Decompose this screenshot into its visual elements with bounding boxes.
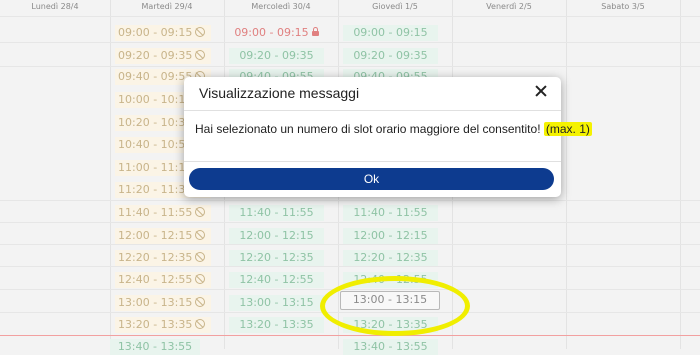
row-divider <box>0 66 700 67</box>
slot-time: 13:20 - 13:35 <box>118 318 193 331</box>
row-divider <box>0 266 700 267</box>
time-slot-unavailable: 13:00 - 13:15 <box>115 295 211 311</box>
row-divider <box>0 244 700 245</box>
annotation-circle <box>320 276 470 336</box>
slot-time: 12:40 - 12:55 <box>118 273 193 286</box>
day-header: Mercoledì 30/4 <box>251 2 311 11</box>
blocked-icon <box>195 230 206 240</box>
dialog-title: Visualizzazione messaggi <box>199 85 360 101</box>
column-divider <box>680 0 681 349</box>
blocked-icon <box>195 27 206 37</box>
blocked-icon <box>195 207 206 217</box>
slot-time: 12:20 - 12:35 <box>118 251 193 264</box>
day-header: Venerdì 2/5 <box>486 2 532 11</box>
blocked-icon <box>195 50 206 60</box>
time-slot-unavailable: 12:20 - 12:35 <box>115 250 211 266</box>
time-slot-available[interactable]: 09:20 - 09:35 <box>229 48 324 64</box>
row-divider <box>0 222 700 223</box>
column-divider <box>566 0 567 349</box>
slot-time: 09:40 - 09:55 <box>118 70 193 83</box>
day-header: Giovedì 1/5 <box>372 2 418 11</box>
time-slot-available[interactable]: 13:40 - 13:55 <box>110 339 200 355</box>
message-dialog: Visualizzazione messaggi Hai selezionato… <box>184 77 592 197</box>
dialog-message-text: Hai selezionato un numero di slot orario… <box>195 122 541 136</box>
max-limit-highlight: (max. 1) <box>543 122 592 136</box>
current-time-line <box>0 335 700 336</box>
time-slot-available[interactable]: 12:40 - 12:55 <box>229 272 324 288</box>
time-slot-available[interactable]: 12:20 - 12:35 <box>229 250 324 266</box>
slot-time: 13:00 - 13:15 <box>118 296 193 309</box>
time-slot-available[interactable]: 12:20 - 12:35 <box>343 250 438 266</box>
time-slot-locked: 09:00 - 09:15 <box>229 25 324 41</box>
time-slot-available[interactable]: 13:40 - 13:55 <box>343 339 438 355</box>
time-slot-available[interactable]: 12:00 - 12:15 <box>229 228 324 244</box>
dialog-message: Hai selezionato un numero di slot orario… <box>195 122 592 136</box>
time-slot-available[interactable]: 11:40 - 11:55 <box>343 205 438 221</box>
blocked-icon <box>195 274 206 284</box>
row-divider <box>0 16 700 17</box>
slot-time: 10:40 - 10:55 <box>118 138 193 151</box>
blocked-icon <box>195 252 206 262</box>
row-divider <box>0 200 700 201</box>
time-slot-available[interactable]: 09:00 - 09:15 <box>343 25 438 41</box>
ok-button[interactable]: Ok <box>189 168 554 190</box>
slot-time: 10:00 - 10:15 <box>118 93 193 106</box>
time-slot-unavailable: 12:00 - 12:15 <box>115 228 211 244</box>
day-header: Martedì 29/4 <box>141 2 193 11</box>
time-slot-available[interactable]: 13:20 - 13:35 <box>229 317 324 333</box>
time-slot-unavailable: 09:20 - 09:35 <box>115 48 211 64</box>
slot-time: 11:40 - 11:55 <box>118 206 193 219</box>
time-slot-unavailable: 09:00 - 09:15 <box>115 25 211 41</box>
lock-icon <box>311 27 319 36</box>
time-slot-available[interactable]: 12:00 - 12:15 <box>343 228 438 244</box>
time-slot-available[interactable]: 13:00 - 13:15 <box>229 295 324 311</box>
time-slot-available[interactable]: 09:20 - 09:35 <box>343 48 438 64</box>
dialog-divider <box>184 110 561 111</box>
slot-time: 12:00 - 12:15 <box>118 229 193 242</box>
slot-time: 09:20 - 09:35 <box>118 49 193 62</box>
close-icon[interactable] <box>533 83 549 99</box>
blocked-icon <box>195 319 206 329</box>
time-slot-available[interactable]: 11:40 - 11:55 <box>229 205 324 221</box>
blocked-icon <box>195 297 206 307</box>
time-slot-unavailable: 13:20 - 13:35 <box>115 317 211 333</box>
day-header: Sabato 3/5 <box>601 2 645 11</box>
slot-time: 09:00 - 09:15 <box>234 26 309 39</box>
dialog-divider <box>184 161 561 162</box>
time-slot-unavailable: 11:40 - 11:55 <box>115 205 211 221</box>
slot-time: 09:00 - 09:15 <box>118 26 193 39</box>
day-header: Lunedì 28/4 <box>31 2 79 11</box>
time-slot-unavailable: 12:40 - 12:55 <box>115 272 211 288</box>
slot-time: 11:00 - 11:15 <box>118 161 193 174</box>
row-divider <box>0 42 700 43</box>
slot-time: 10:20 - 10:35 <box>118 116 193 129</box>
column-divider <box>110 0 111 349</box>
slot-time: 11:20 - 11:35 <box>118 183 193 196</box>
